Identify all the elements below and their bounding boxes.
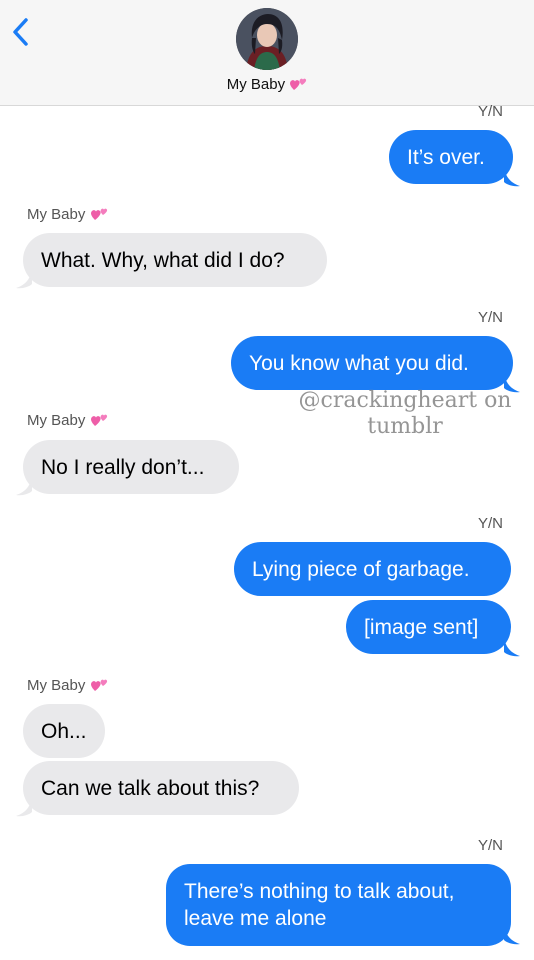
message-bubble-outgoing[interactable]: Lying piece of garbage. [234, 542, 511, 596]
watermark-line: tumblr [367, 414, 443, 439]
contact-name-text: My Baby [226, 76, 286, 93]
sender-label: Y/N [478, 103, 504, 120]
watermark-line: @crackingheart on [298, 388, 512, 413]
back-chevron-icon[interactable] [6, 14, 36, 50]
two-hearts-emoji-icon [90, 679, 107, 691]
sender-label: Y/N [478, 309, 504, 326]
sender-label: Y/N [478, 837, 504, 854]
watermark: @crackingheart on tumblr [280, 388, 530, 440]
message-bubble-outgoing[interactable]: There’s nothing to talk about, leave me … [166, 864, 511, 946]
contact-name[interactable]: My Baby [0, 76, 534, 93]
message-bubble-incoming[interactable]: No I really don’t... [23, 440, 239, 494]
message-bubble-incoming[interactable]: Can we talk about this? [23, 761, 299, 815]
sender-name: My Baby [27, 677, 86, 694]
message-bubble-outgoing[interactable]: You know what you did. [231, 336, 513, 390]
two-hearts-emoji-icon [290, 78, 307, 90]
message-bubble-outgoing[interactable]: [image sent] [346, 600, 511, 654]
conversation-header: My Baby [0, 0, 534, 106]
message-line: There’s nothing to talk about, [184, 880, 455, 903]
sender-name: My Baby [27, 206, 86, 223]
two-hearts-emoji-icon [90, 208, 107, 220]
sender-label-them: My Baby [27, 677, 108, 694]
message-bubble-incoming[interactable]: Oh... [23, 704, 105, 758]
sender-name: My Baby [27, 412, 86, 429]
contact-avatar[interactable] [236, 8, 298, 70]
message-line: leave me alone [184, 907, 327, 930]
sender-label: Y/N [478, 515, 504, 532]
sender-label-them: My Baby [27, 412, 108, 429]
two-hearts-emoji-icon [90, 414, 107, 426]
message-bubble-incoming[interactable]: What. Why, what did I do? [23, 233, 327, 287]
sender-label-them: My Baby [27, 206, 108, 223]
message-bubble-outgoing[interactable]: It’s over. [389, 130, 513, 184]
